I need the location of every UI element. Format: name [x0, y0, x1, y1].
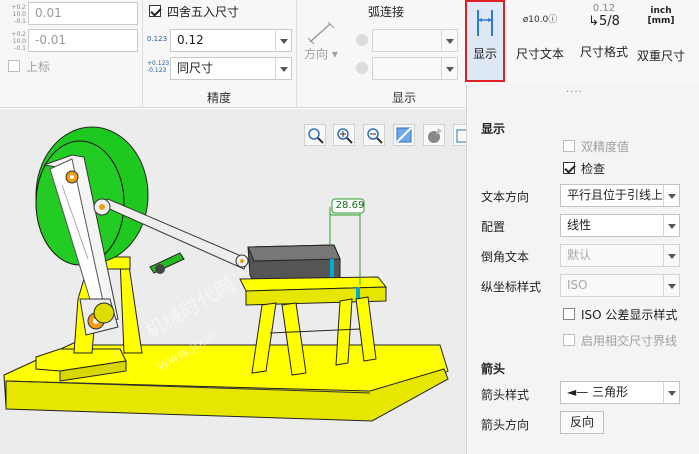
iso-tolerance-label: ISO 公差显示样式: [581, 308, 678, 322]
radio-icon[interactable]: [356, 62, 368, 74]
direction-icon: [307, 21, 335, 45]
text-direction-value: 平行且位于引线上: [567, 188, 664, 202]
precision-value: 0.12: [177, 33, 204, 47]
arrow-style-value: 三角形: [592, 385, 629, 399]
dimension-format-icon: ↳5/8: [588, 14, 620, 29]
config-select[interactable]: 线性: [560, 214, 680, 237]
round-dimension-label: 四舍五入尺寸: [167, 5, 240, 19]
more-dots[interactable]: ....: [566, 84, 583, 95]
dual-dimension-label: 双重尺寸: [636, 49, 685, 63]
arrow-section-title: 箭头: [481, 362, 506, 376]
display-icon: [477, 10, 493, 36]
arc-connection-label: 弧连接: [368, 5, 405, 19]
dimension-format-button[interactable]: 0.12 ↳5/8 尺寸格式: [576, 0, 632, 84]
tol-icon-mid: 10.0: [12, 11, 26, 18]
dim-format-top: 0.12: [592, 3, 616, 14]
arc-select-1[interactable]: [372, 29, 458, 52]
chevron-down-icon: [663, 382, 679, 403]
text-direction-label: 文本方向: [481, 190, 530, 204]
chevron-down-icon: [441, 30, 457, 51]
tol-icon-top: +0.2: [11, 31, 26, 38]
dual-bot: [mm]: [647, 16, 675, 26]
tol-icon-bot: -0.1: [14, 18, 26, 25]
display-button[interactable]: 显示: [465, 0, 505, 82]
dim-text-icon-value: ø10.0: [522, 15, 549, 25]
prec-icon2-bot: -0.123: [147, 67, 167, 74]
display-section-title: 显示: [481, 122, 506, 136]
divider: [296, 0, 297, 108]
inspect-checkbox[interactable]: [563, 162, 575, 174]
precision-select[interactable]: 0.12: [170, 29, 292, 52]
dual-precision-label: 双精度值: [581, 140, 630, 154]
direction-label[interactable]: 方向 ▾: [304, 45, 338, 62]
dim-format-frac: 5/8: [598, 14, 620, 29]
dual-precision-checkbox[interactable]: [563, 140, 575, 152]
arrow-style-label: 箭头样式: [481, 388, 530, 402]
direction-text: 方向: [304, 47, 329, 61]
iso-tolerance-checkbox[interactable]: [563, 308, 575, 320]
dual-dimension-button[interactable]: inch [mm] 双重尺寸: [633, 0, 689, 84]
chevron-down-icon: [441, 58, 457, 79]
chevron-down-icon: [275, 58, 291, 79]
reverse-button[interactable]: 反向: [560, 411, 604, 434]
upper-checkbox[interactable]: [8, 60, 20, 72]
ordinate-style-value: ISO: [567, 278, 588, 292]
chevron-down-icon: [663, 215, 679, 236]
tolerance-precision-select[interactable]: 同尺寸: [170, 57, 292, 80]
chamfer-text-select[interactable]: 默认: [560, 244, 680, 267]
tol-icon-top: +0.2: [11, 4, 26, 11]
dual-top: inch: [650, 6, 672, 16]
engine-model: 机械时代网 www.jixie...: [3, 126, 449, 422]
ordinate-style-select[interactable]: ISO: [560, 274, 680, 297]
inspect-label: 检查: [581, 162, 606, 176]
dimension-text-icon: ø10.0ⓘ: [522, 15, 558, 25]
chevron-down-icon: [663, 275, 679, 296]
upper-tolerance-input[interactable]: 0.01: [28, 2, 138, 25]
config-label: 配置: [481, 220, 506, 234]
prec-icon2-top: +0.123: [147, 60, 170, 67]
lower-tolerance-icon: +0.2 10.0 -0.1: [6, 31, 26, 52]
radio-icon[interactable]: [356, 34, 368, 46]
config-value: 线性: [567, 218, 592, 232]
display-group-label: 显示: [392, 91, 417, 105]
dimension-text-label: 尺寸文本: [515, 47, 564, 61]
tolerance-precision-icon: +0.123 -0.123: [147, 60, 169, 74]
tol-icon-bot: -0.1: [14, 45, 26, 52]
dimension-value-label[interactable]: 28.69: [334, 200, 366, 211]
round-dimension-checkbox[interactable]: [149, 5, 161, 17]
upper-tolerance-icon: +0.2 10.0 -0.1: [6, 4, 26, 25]
tolerance-precision-value: 同尺寸: [177, 61, 214, 75]
arc-select-2[interactable]: [372, 57, 458, 80]
upper-label: 上标: [26, 60, 51, 74]
precision-icon: 0.123: [147, 35, 168, 43]
intersect-extension-label: 启用相交尺寸界线: [581, 334, 678, 348]
arrow-direction-label: 箭头方向: [481, 418, 530, 432]
chevron-down-icon: [275, 30, 291, 51]
chevron-down-icon: [663, 245, 679, 266]
chamfer-text-value: 默认: [567, 248, 592, 262]
tol-icon-mid: 10.0: [12, 38, 26, 45]
divider: [142, 0, 143, 108]
chevron-down-icon: [663, 185, 679, 206]
arrow-triangle-icon: ◄—: [567, 385, 589, 399]
chamfer-text-label: 倒角文本: [481, 250, 530, 264]
arrow-style-select[interactable]: ◄— 三角形: [560, 381, 680, 404]
ordinate-style-label: 纵坐标样式: [481, 280, 542, 294]
display-button-label: 显示: [472, 47, 497, 61]
text-direction-select[interactable]: 平行且位于引线上: [560, 184, 680, 207]
dimension-format-label: 尺寸格式: [579, 45, 628, 59]
precision-group-label: 精度: [207, 91, 232, 105]
intersect-extension-checkbox[interactable]: [563, 334, 575, 346]
dimension-text-button[interactable]: ø10.0ⓘ 尺寸文本: [512, 0, 568, 84]
lower-tolerance-input[interactable]: -0.01: [28, 29, 138, 52]
